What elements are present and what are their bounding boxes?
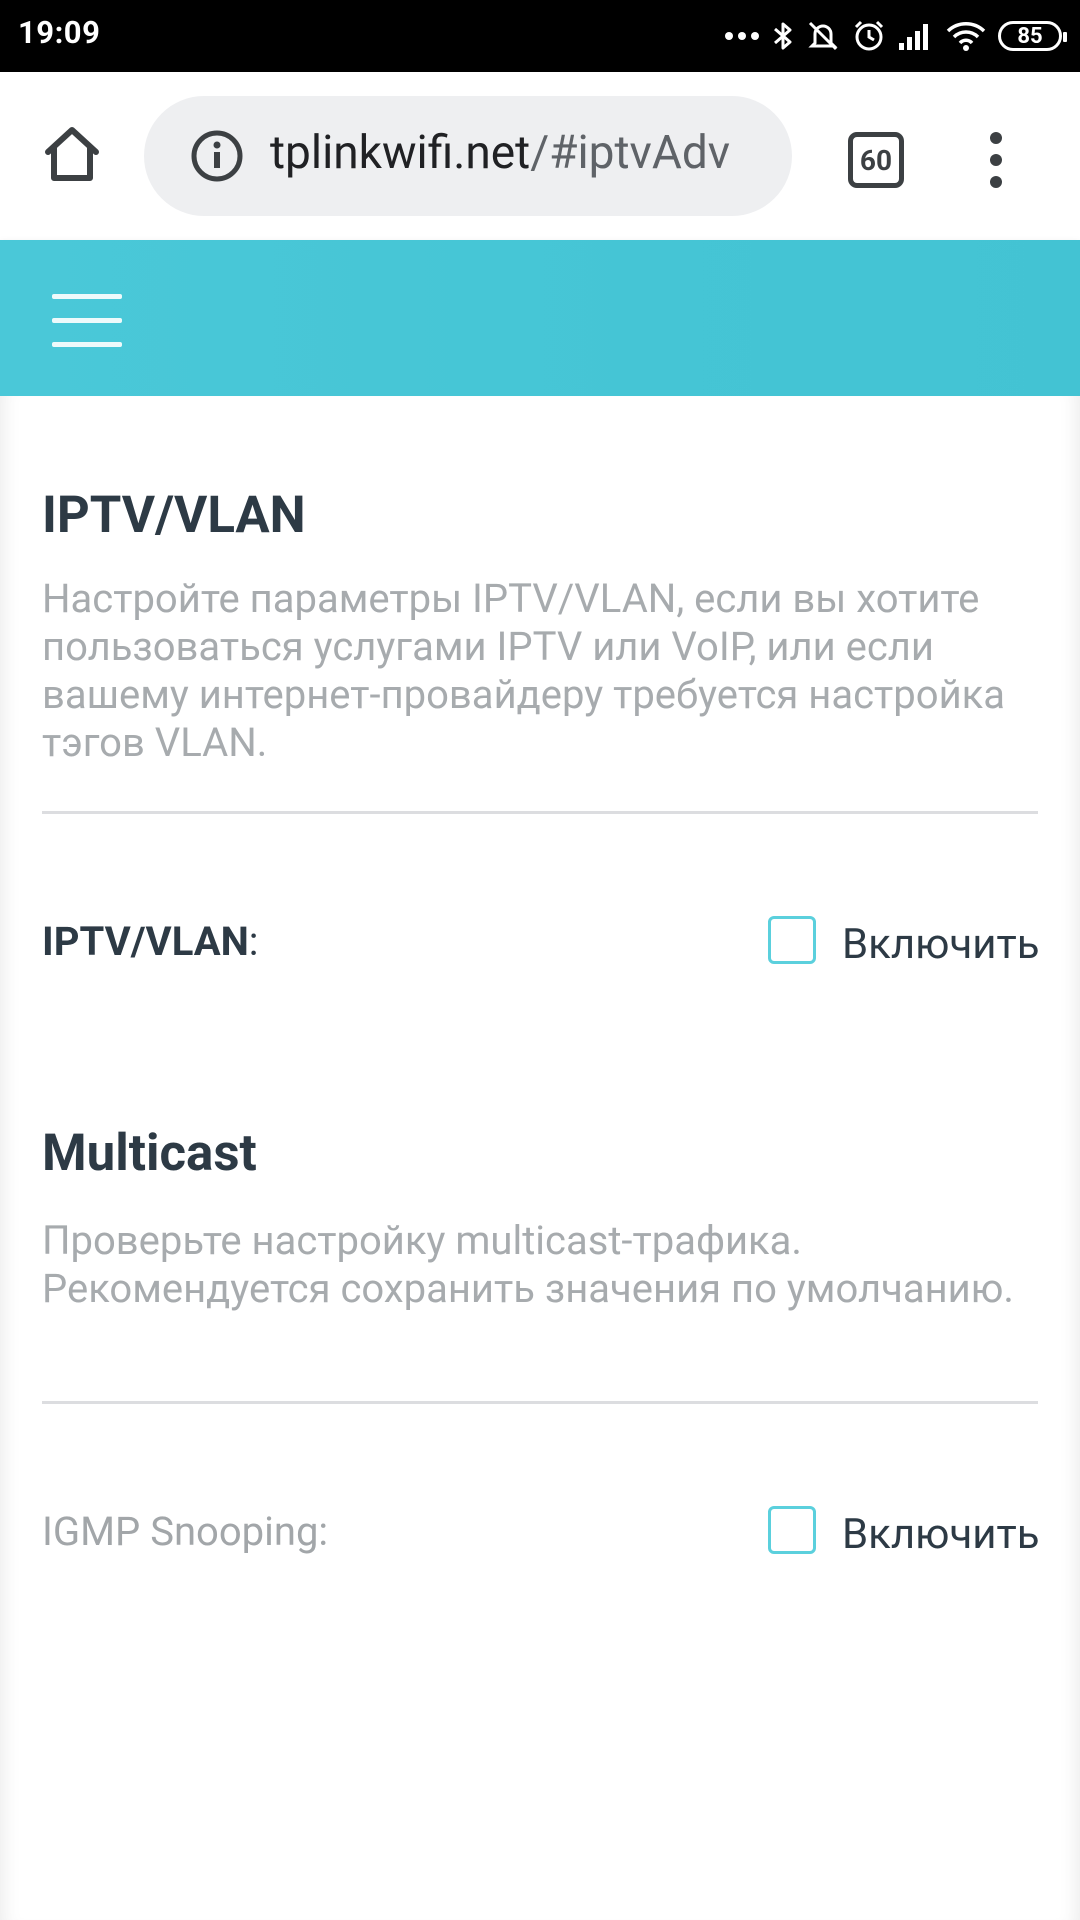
multicast-section: Multicast Проверьте настройку multicast-… (42, 1124, 1038, 1313)
iptv-vlan-enable-label[interactable]: Включить (842, 920, 1040, 969)
bluetooth-icon (774, 22, 792, 50)
main-content: IPTV/VLAN Настройте параметры IPTV/VLAN,… (0, 396, 1080, 1920)
home-icon[interactable] (40, 122, 104, 186)
igmp-snooping-row: IGMP Snooping: Включить (42, 1504, 1040, 1564)
igmp-snooping-enable-label[interactable]: Включить (842, 1510, 1040, 1559)
status-icons: 85 (724, 0, 1067, 72)
hamburger-menu-icon[interactable] (52, 294, 122, 348)
more-dots-icon (725, 32, 759, 40)
address-bar[interactable]: tplinkwifi.net/#iptvAdv (144, 96, 792, 216)
browser-toolbar: tplinkwifi.net/#iptvAdv 60 (0, 72, 1080, 240)
signal-icon (899, 24, 928, 50)
app-header (0, 240, 1080, 396)
iptv-section-description: Настройте параметры IPTV/VLAN, если вы х… (42, 575, 1006, 766)
overflow-menu-icon[interactable] (984, 130, 1008, 190)
status-bar: 19:09 85 (0, 0, 1080, 72)
url-text[interactable]: tplinkwifi.net/#iptvAdv (270, 126, 730, 180)
wifi-icon (946, 22, 986, 51)
url-path: /#iptvAdv (530, 126, 731, 180)
multicast-section-title: Multicast (42, 1124, 257, 1183)
iptv-vlan-label: IPTV/VLAN: (42, 918, 258, 965)
iptv-vlan-label-text: IPTV/VLAN (42, 918, 249, 965)
tab-switcher-button[interactable]: 60 (848, 132, 904, 188)
igmp-snooping-label: IGMP Snooping: (42, 1508, 329, 1555)
silent-bell-icon (808, 21, 838, 51)
igmp-snooping-enable-checkbox[interactable] (768, 1506, 816, 1554)
info-icon[interactable] (190, 129, 244, 183)
iptv-section: IPTV/VLAN Настройте параметры IPTV/VLAN,… (42, 486, 1038, 767)
divider (42, 811, 1038, 814)
multicast-section-description: Проверьте настройку multicast-трафика. Р… (42, 1217, 1014, 1312)
status-time: 19:09 (18, 14, 101, 51)
iptv-section-title: IPTV/VLAN (42, 486, 306, 545)
alarm-icon (854, 20, 884, 51)
url-host: tplinkwifi.net (270, 126, 531, 180)
iptv-vlan-label-suffix: : (248, 918, 259, 965)
divider (42, 1401, 1038, 1404)
battery-icon: 85 (998, 21, 1067, 51)
iptv-vlan-enable-checkbox[interactable] (768, 916, 816, 964)
iptv-vlan-row: IPTV/VLAN: Включить (42, 914, 1040, 974)
